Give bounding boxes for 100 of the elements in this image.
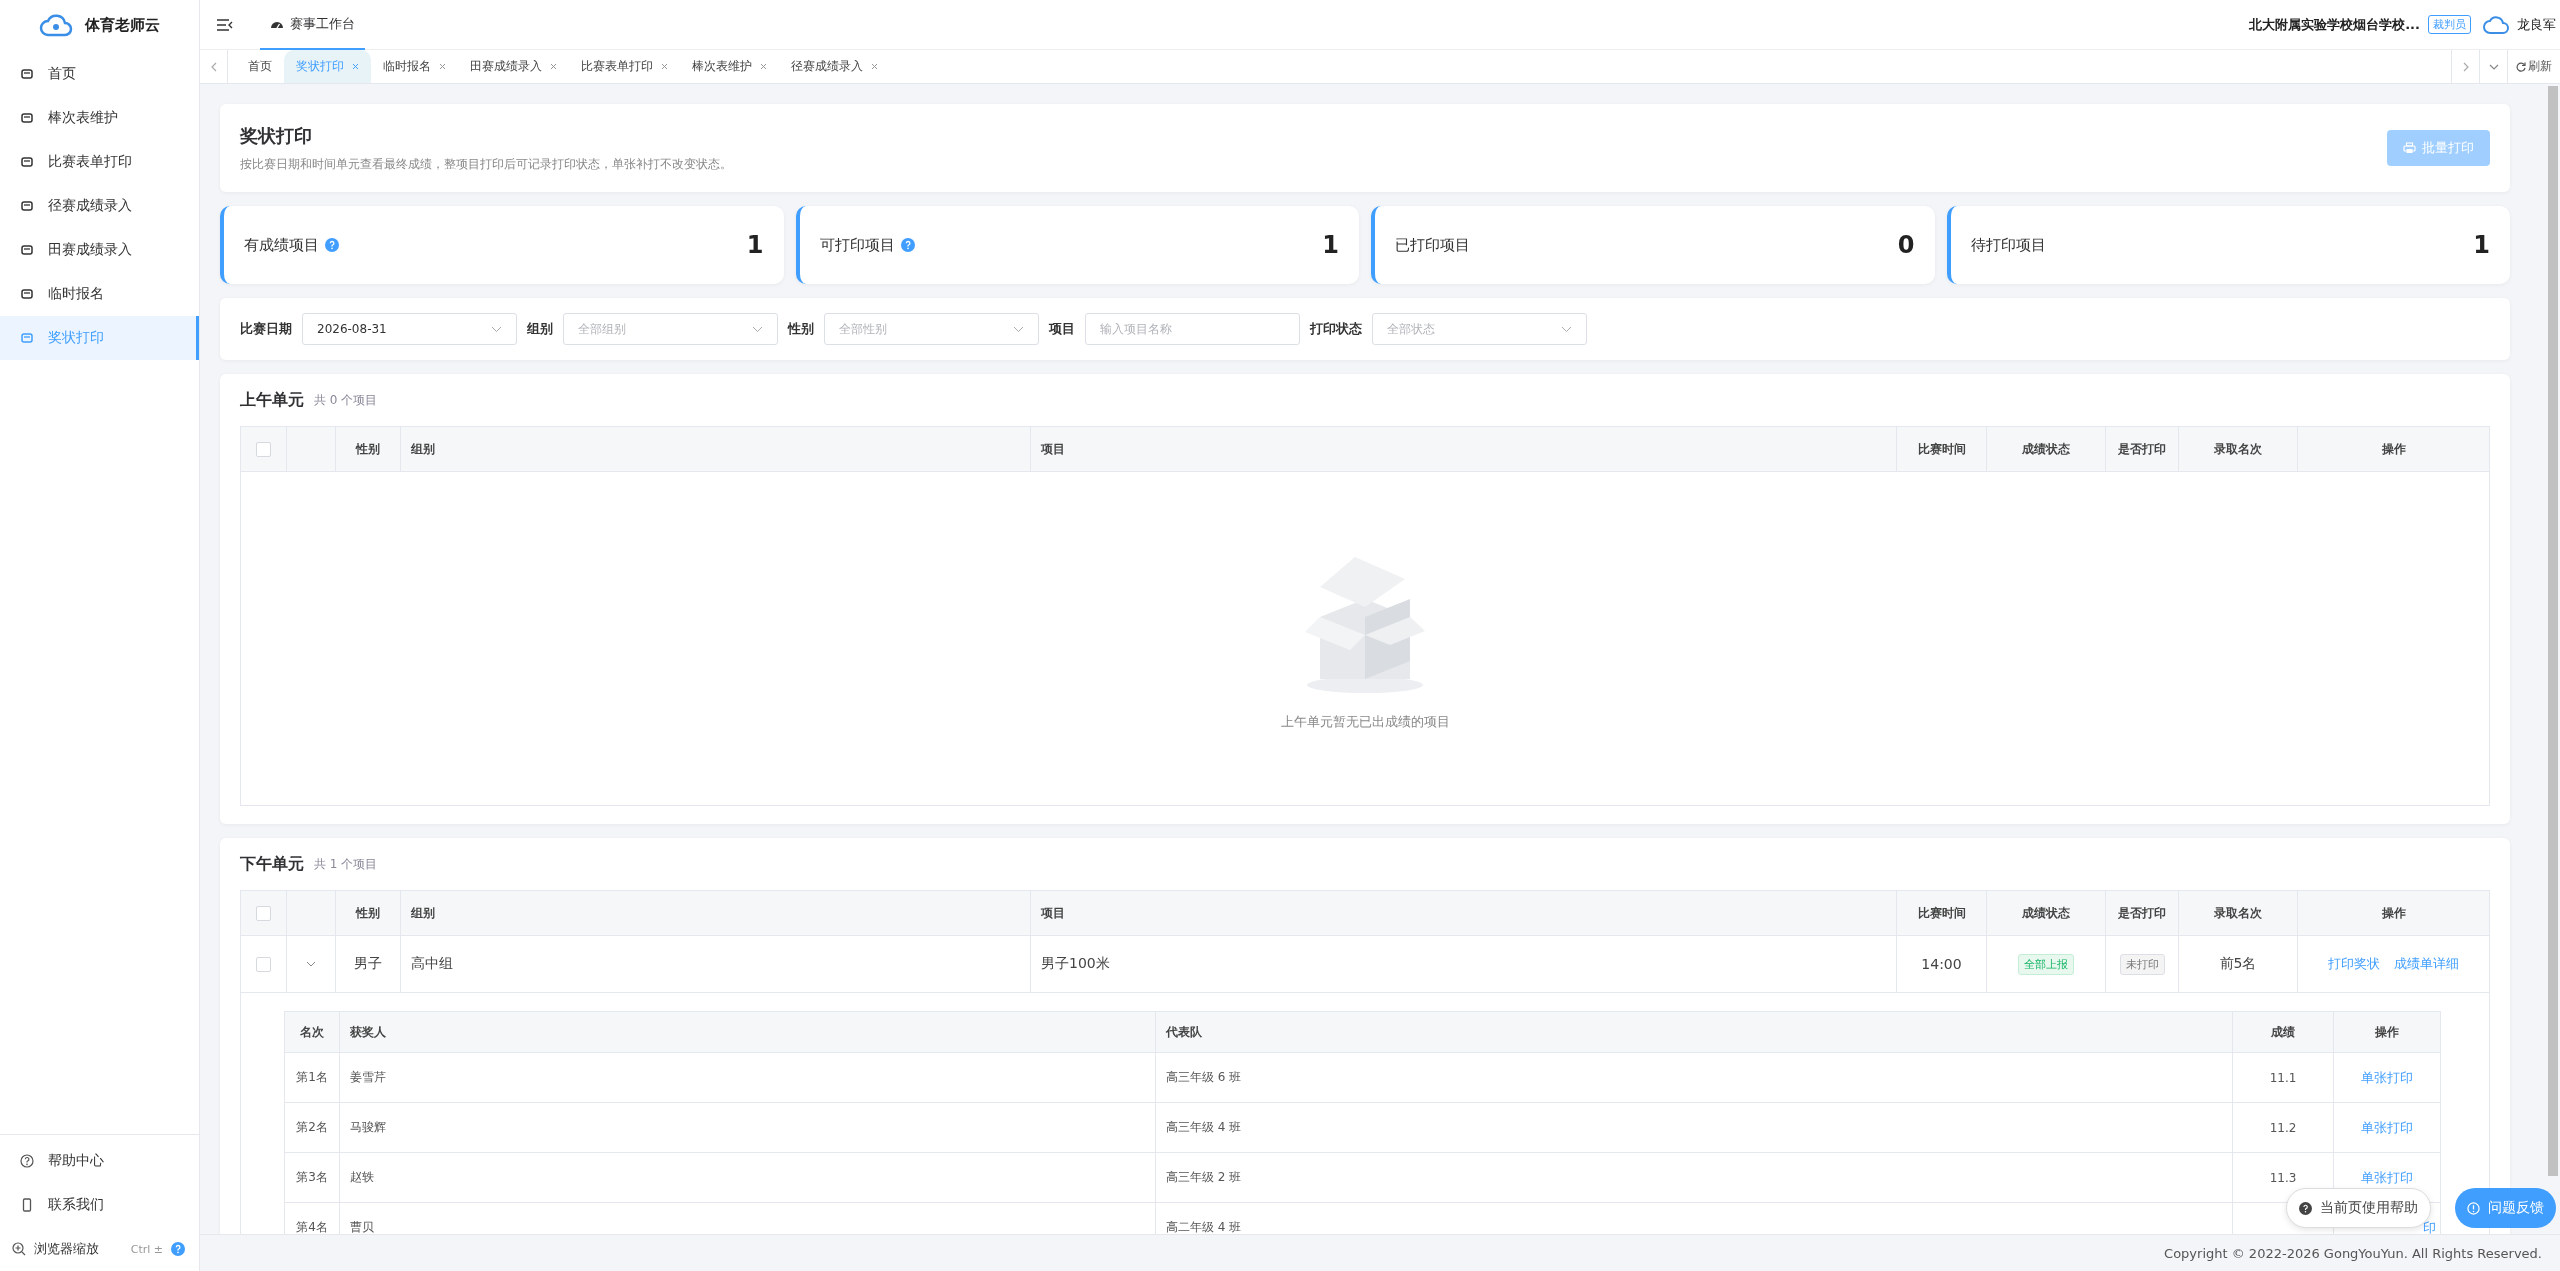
refresh-button[interactable]: 刷新	[2507, 50, 2560, 83]
help-icon[interactable]	[325, 238, 339, 252]
close-icon[interactable]	[439, 63, 446, 70]
table-cell: 男子	[336, 936, 401, 992]
chevron-down-icon	[1013, 325, 1024, 333]
section-count: 共 0 个项目	[314, 391, 378, 409]
column-header: 获奖人	[340, 1012, 1156, 1052]
sidebar-item[interactable]: 径赛成绩录入	[0, 184, 199, 228]
chevron-down-icon	[1561, 325, 1572, 333]
sidebar-item[interactable]: 首页	[0, 52, 199, 96]
table-cell: 第3名	[285, 1153, 340, 1202]
app-name: 体育老师云	[85, 15, 160, 35]
column-header: 成绩状态	[1987, 891, 2106, 935]
column-header: 项目	[1031, 891, 1897, 935]
select-all-checkbox[interactable]	[256, 441, 271, 457]
chevron-down-icon	[2488, 62, 2499, 71]
menu-item-icon	[20, 111, 34, 125]
chevron-left-icon	[209, 61, 218, 72]
sidebar-link[interactable]: 联系我们	[0, 1183, 199, 1227]
column-header: 操作	[2380, 904, 2407, 922]
select-all-checkbox[interactable]	[256, 905, 271, 921]
column-header: 名次	[285, 1012, 340, 1052]
stat-value: 1	[1322, 231, 1339, 259]
table-cell: 马骏辉	[340, 1103, 1156, 1152]
sidebar-item[interactable]: 棒次表维护	[0, 96, 199, 140]
refresh-icon	[2516, 61, 2526, 72]
column-header: 组别	[401, 891, 1031, 935]
zoom-icon	[12, 1242, 26, 1256]
cloud-avatar-icon[interactable]	[2483, 14, 2509, 35]
filter-label: 组别	[527, 320, 553, 338]
table-cell: 高三年级 6 班	[1156, 1053, 2233, 1102]
help-icon[interactable]	[171, 1242, 185, 1256]
close-icon[interactable]	[760, 63, 767, 70]
column-header: 操作	[2380, 440, 2407, 458]
menu-item-icon	[20, 243, 34, 257]
chevron-right-icon	[2461, 61, 2470, 72]
page-description: 按比赛日期和时间单元查看最终成绩，整项目打印后可记录打印状态，单张补打不改变状态。	[240, 155, 733, 173]
table-cell: 11.1	[2233, 1053, 2334, 1102]
close-icon[interactable]	[871, 63, 878, 70]
page-tab[interactable]: 径赛成绩录入	[779, 50, 890, 83]
filter-input[interactable]: 输入项目名称	[1085, 313, 1300, 345]
table-cell: 高三年级 4 班	[1156, 1103, 2233, 1152]
stat-label: 已打印项目	[1395, 235, 1470, 255]
help-icon	[2299, 1201, 2312, 1215]
table-cell: 第1名	[285, 1053, 340, 1102]
column-header: 性别	[336, 891, 401, 935]
status-tag: 全部上报	[2018, 953, 2074, 975]
page-tab[interactable]: 棒次表维护	[680, 50, 779, 83]
page-tab[interactable]: 比赛表单打印	[569, 50, 680, 83]
alert-icon	[2467, 1201, 2480, 1215]
print-status-tag: 未打印	[2119, 953, 2165, 975]
column-header: 是否打印	[2106, 891, 2179, 935]
stat-value: 1	[2473, 231, 2490, 259]
stat-value: 1	[746, 231, 764, 259]
filter-label: 项目	[1049, 320, 1075, 338]
cloud-logo-icon	[39, 13, 73, 37]
column-header: 性别	[336, 427, 401, 471]
menu-item-icon	[20, 287, 34, 301]
scrollbar[interactable]	[2548, 86, 2558, 1176]
close-icon[interactable]	[352, 63, 359, 70]
table-cell: 姜雪芹	[340, 1053, 1156, 1102]
help-icon	[20, 1154, 34, 1168]
sidebar-link[interactable]: 帮助中心	[0, 1139, 199, 1183]
stat-label: 有成绩项目	[244, 235, 319, 255]
menu-item-icon	[20, 331, 34, 345]
close-icon[interactable]	[661, 63, 668, 70]
row-checkbox[interactable]	[256, 956, 271, 972]
table-cell: 第2名	[285, 1103, 340, 1152]
table-cell: 高中组	[401, 936, 1031, 992]
column-header: 成绩状态	[1987, 427, 2106, 471]
column-header: 是否打印	[2106, 427, 2179, 471]
table-cell: 高三年级 2 班	[1156, 1153, 2233, 1202]
table-cell: 前5名	[2179, 936, 2298, 992]
filter-select[interactable]: 2026-08-31	[302, 313, 517, 345]
empty-message: 上午单元暂无已出成绩的项目	[1280, 712, 1450, 731]
expand-icon[interactable]	[306, 961, 316, 967]
chevron-down-icon	[752, 325, 763, 333]
sidebar-item[interactable]: 临时报名	[0, 272, 199, 316]
page-tab[interactable]: 临时报名	[371, 50, 458, 83]
user-name[interactable]: 龙良军	[2517, 15, 2556, 34]
section-count: 共 1 个项目	[314, 855, 378, 873]
column-header: 录取名次	[2179, 891, 2298, 935]
column-header: 代表队	[1156, 1012, 2233, 1052]
section-title: 下午单元	[240, 853, 304, 875]
sidebar-item[interactable]: 田赛成绩录入	[0, 228, 199, 272]
column-header: 比赛时间	[1897, 891, 1987, 935]
zoom-shortcut: Ctrl ±	[130, 1242, 163, 1256]
stat-label: 待打印项目	[1970, 235, 2046, 255]
menu-item-icon	[20, 155, 34, 169]
close-icon[interactable]	[550, 63, 557, 70]
help-icon[interactable]	[900, 238, 915, 252]
menu-icon[interactable]	[216, 17, 234, 32]
menu-item-icon	[20, 199, 34, 213]
sidebar-item[interactable]: 比赛表单打印	[0, 140, 199, 184]
column-header: 成绩	[2233, 1012, 2334, 1052]
chevron-down-icon	[491, 325, 502, 333]
page-tab[interactable]: 首页	[236, 50, 284, 83]
page-tab[interactable]: 田赛成绩录入	[458, 50, 569, 83]
table-cell: 14:00	[1897, 936, 1987, 992]
zoom-label: 浏览器缩放	[34, 1240, 99, 1258]
